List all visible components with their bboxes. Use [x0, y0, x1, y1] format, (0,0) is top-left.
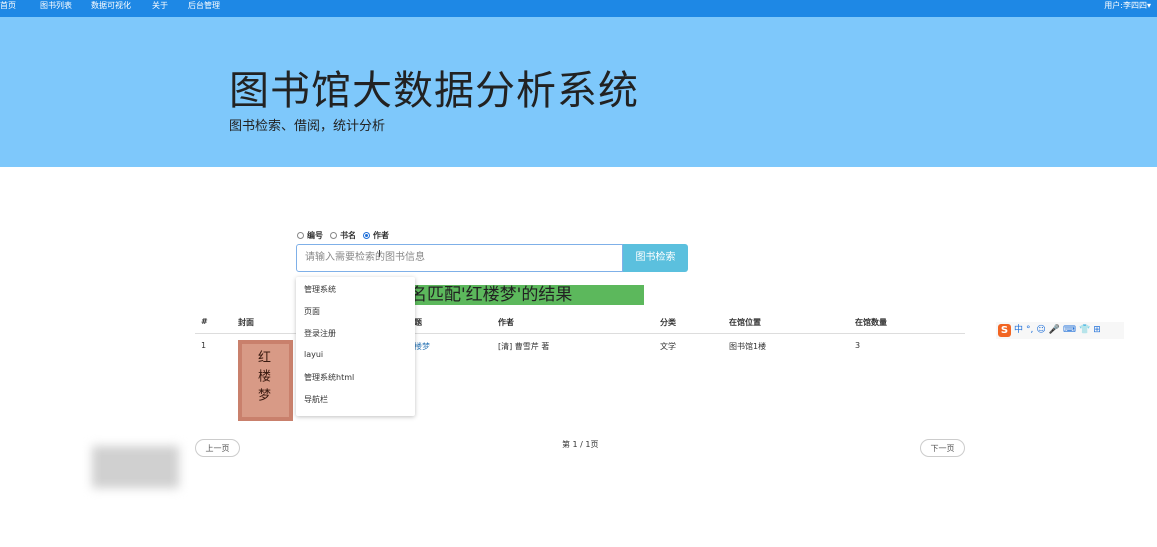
result-banner: 名匹配'红楼梦'的结果 [410, 285, 644, 305]
search-button[interactable]: 图书检索 [623, 244, 688, 272]
radio-title[interactable] [330, 231, 337, 239]
page-title: 图书馆大数据分析系统 [229, 68, 639, 114]
book-cover-image[interactable]: 红楼梦 [238, 340, 293, 421]
toolbox-icon[interactable]: ⊞ [1093, 324, 1101, 337]
keyboard-icon[interactable]: ⌨ [1063, 324, 1076, 337]
text-cursor-icon: I [378, 249, 381, 260]
nav-visualization-link[interactable]: 数据可视化 [91, 0, 131, 17]
skin-icon[interactable]: 👕 [1079, 324, 1090, 337]
row-author: [清] 曹雪芹 著 [498, 342, 550, 351]
sogou-logo-icon[interactable]: S [998, 324, 1011, 337]
search-input[interactable]: 请输入需要检索的图书信息 [296, 244, 623, 272]
nav-book-list-link[interactable]: 图书列表 [40, 0, 72, 17]
ime-toolbar: S 中 °, ☺ 🎤 ⌨ 👕 ⊞ [996, 322, 1124, 339]
book-cover-title-text: 红楼梦 [255, 350, 270, 407]
suggestion-item[interactable]: 导航栏 [304, 394, 328, 405]
row-location: 图书馆1楼 [729, 342, 767, 351]
radio-title-label[interactable]: 书名 [340, 230, 356, 241]
table-header-cover: 封面 [238, 318, 254, 327]
next-page-button[interactable]: 下一页 [920, 439, 965, 457]
search-suggestions-dropdown: 管理系统 页面 登录注册 layui 管理系统html 导航栏 [296, 277, 415, 416]
suggestion-item[interactable]: 管理系统 [304, 284, 336, 295]
suggestion-item[interactable]: layui [304, 350, 323, 359]
row-count: 3 [855, 341, 861, 350]
suggestion-item[interactable]: 管理系统html [304, 372, 354, 383]
table-header-count: 在馆数量 [855, 318, 887, 327]
emoji-icon[interactable]: ☺ [1036, 324, 1045, 337]
table-header-location: 在馆位置 [729, 318, 761, 327]
microphone-icon[interactable]: 🎤 [1049, 324, 1060, 337]
radio-id[interactable] [297, 231, 304, 239]
page-info: 第 1 / 1页 [562, 440, 599, 449]
row-book-title-link[interactable]: 楼梦 [414, 341, 430, 352]
table-header-author: 作者 [498, 318, 514, 327]
nav-admin-link[interactable]: 后台管理 [188, 0, 220, 17]
page-subtitle: 图书检索、借阅，统计分析 [229, 119, 386, 134]
nav-about-link[interactable]: 关于 [152, 0, 168, 17]
radio-id-label[interactable]: 编号 [307, 230, 323, 241]
radio-author-label[interactable]: 作者 [373, 230, 389, 241]
table-header-index: # [201, 317, 208, 326]
search-type-radio-group: 编号 书名 作者 [297, 229, 396, 241]
table-header-title: 题 [414, 318, 422, 327]
suggestion-item[interactable]: 页面 [304, 306, 320, 317]
blurred-watermark [92, 446, 179, 488]
nav-home-link[interactable]: 首页 [0, 0, 16, 17]
chinese-mode-icon[interactable]: 中 [1014, 324, 1023, 337]
radio-author[interactable] [363, 231, 370, 239]
row-category: 文学 [660, 342, 676, 351]
prev-page-button[interactable]: 上一页 [195, 439, 240, 457]
top-navbar: 首页 图书列表 数据可视化 关于 后台管理 用户:李四四▾ [0, 0, 1157, 17]
user-menu-dropdown[interactable]: 用户:李四四▾ [1104, 0, 1151, 17]
punctuation-icon[interactable]: °, [1026, 324, 1033, 337]
table-header-category: 分类 [660, 318, 676, 327]
row-index: 1 [201, 341, 207, 350]
suggestion-item[interactable]: 登录注册 [304, 328, 336, 339]
